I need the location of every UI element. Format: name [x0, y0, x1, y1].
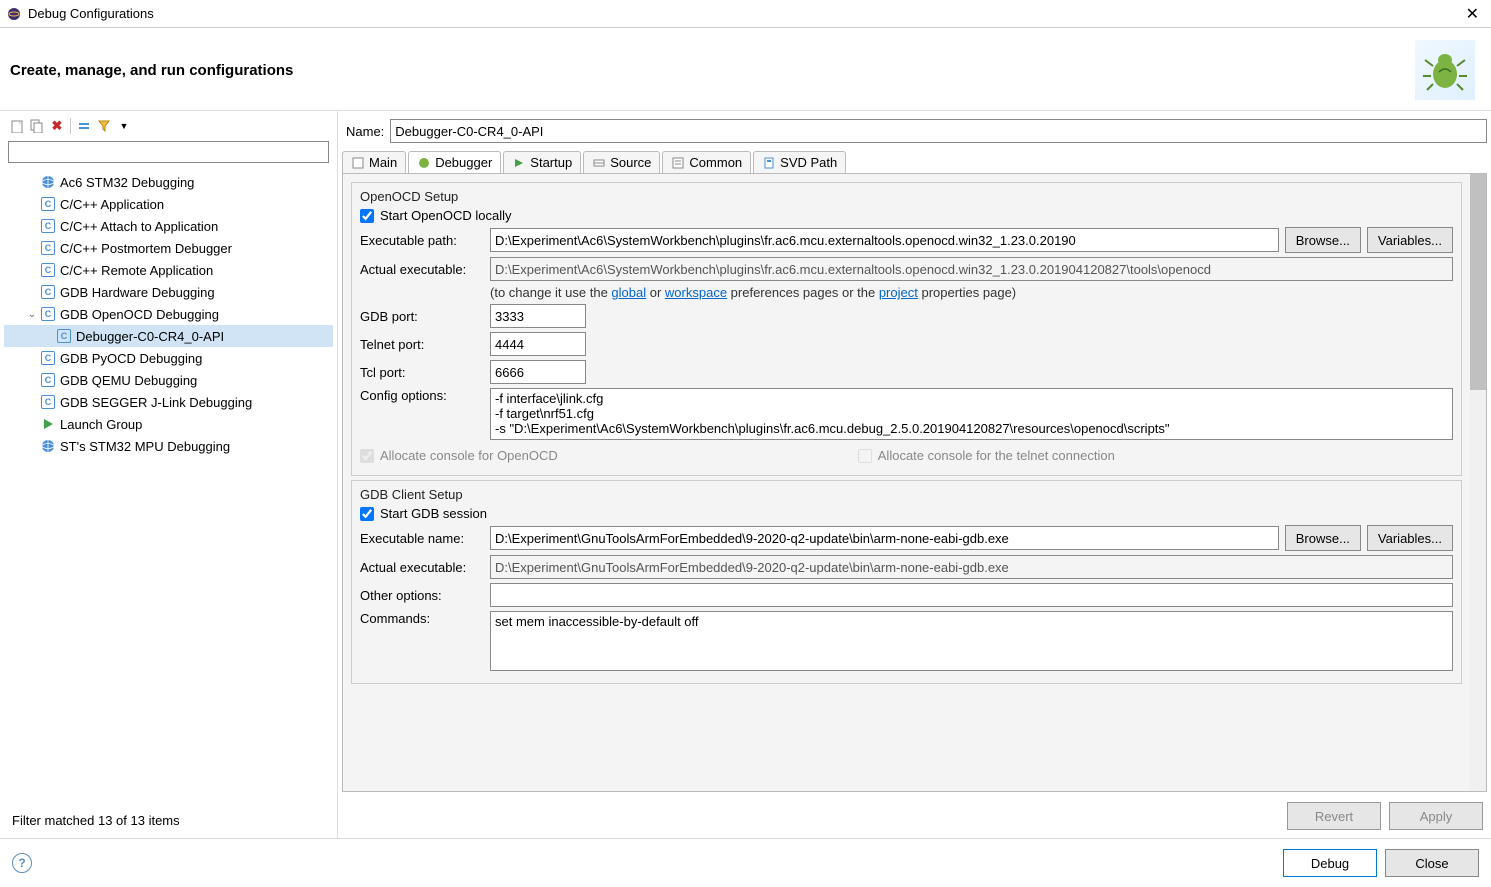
duplicate-icon[interactable] — [28, 117, 46, 135]
filter-icon[interactable] — [95, 117, 113, 135]
browse-button[interactable]: Browse... — [1285, 227, 1361, 253]
tree-item[interactable]: CGDB Hardware Debugging — [4, 281, 333, 303]
tree-item[interactable]: Launch Group — [4, 413, 333, 435]
actual-exec-label: Actual executable: — [360, 262, 484, 277]
config-tree: Ac6 STM32 DebuggingCC/C++ ApplicationCC/… — [4, 167, 333, 807]
gdb-client-setup-group: GDB Client Setup Start GDB session Execu… — [351, 480, 1462, 684]
alloc-telnet-label: Allocate console for the telnet connecti… — [878, 448, 1115, 463]
start-openocd-label: Start OpenOCD locally — [380, 208, 512, 223]
tree-item[interactable]: CGDB QEMU Debugging — [4, 369, 333, 391]
openocd-actual-exec — [490, 257, 1453, 281]
start-gdb-label: Start GDB session — [380, 506, 487, 521]
gdb-actual-exec — [490, 555, 1453, 579]
titlebar: Debug Configurations ✕ — [0, 0, 1491, 28]
openocd-group-title: OpenOCD Setup — [360, 189, 1453, 204]
apply-button[interactable]: Apply — [1389, 802, 1483, 830]
other-options-input[interactable] — [490, 583, 1453, 607]
commands-textarea[interactable] — [490, 611, 1453, 671]
help-icon[interactable]: ? — [12, 853, 32, 873]
alloc-openocd-label: Allocate console for OpenOCD — [380, 448, 558, 463]
config-options-label: Config options: — [360, 388, 484, 403]
tree-item[interactable]: CC/C++ Application — [4, 193, 333, 215]
other-options-label: Other options: — [360, 588, 484, 603]
revert-button[interactable]: Revert — [1287, 802, 1381, 830]
telnet-port-input[interactable] — [490, 332, 586, 356]
tree-item[interactable]: CGDB SEGGER J-Link Debugging — [4, 391, 333, 413]
tab-common[interactable]: Common — [662, 151, 751, 173]
global-link[interactable]: global — [611, 285, 646, 300]
variables-button[interactable]: Variables... — [1367, 525, 1453, 551]
telnet-port-label: Telnet port: — [360, 337, 484, 352]
tab-svd-path[interactable]: SVD Path — [753, 151, 846, 173]
tree-item[interactable]: CGDB PyOCD Debugging — [4, 347, 333, 369]
eclipse-icon — [6, 6, 22, 22]
editor-tabs: MainDebuggerStartupSourceCommonSVD Path — [342, 151, 1487, 174]
new-config-icon[interactable] — [8, 117, 26, 135]
dialog-header: Create, manage, and run configurations — [0, 28, 1491, 111]
tree-item[interactable]: CC/C++ Attach to Application — [4, 215, 333, 237]
workspace-link[interactable]: workspace — [665, 285, 727, 300]
filter-input[interactable] — [8, 141, 329, 163]
openocd-hint: (to change it use the global or workspac… — [490, 285, 1453, 300]
exec-path-label: Executable path: — [360, 233, 484, 248]
gdb-port-label: GDB port: — [360, 309, 484, 324]
commands-label: Commands: — [360, 611, 484, 626]
gdb-port-input[interactable] — [490, 304, 586, 328]
gdb-group-title: GDB Client Setup — [360, 487, 1453, 502]
alloc-telnet-console-checkbox — [858, 449, 872, 463]
config-name-input[interactable] — [390, 119, 1487, 143]
delete-icon[interactable]: ✖ — [48, 117, 66, 135]
dropdown-arrow-icon[interactable]: ▼ — [115, 117, 133, 135]
window-title: Debug Configurations — [28, 6, 1460, 21]
tab-body: OpenOCD Setup Start OpenOCD locally Exec… — [342, 174, 1487, 792]
project-link[interactable]: project — [879, 285, 918, 300]
tree-item[interactable]: CDebugger-C0-CR4_0-API — [4, 325, 333, 347]
close-button[interactable]: Close — [1385, 849, 1479, 877]
tab-startup[interactable]: Startup — [503, 151, 581, 173]
name-label: Name: — [346, 124, 384, 139]
debug-button[interactable]: Debug — [1283, 849, 1377, 877]
tab-debugger[interactable]: Debugger — [408, 151, 501, 173]
filter-status: Filter matched 13 of 13 items — [4, 807, 333, 834]
openocd-exec-path-input[interactable] — [490, 228, 1279, 252]
gdb-exec-name-input[interactable] — [490, 526, 1279, 550]
config-editor: Name: MainDebuggerStartupSourceCommonSVD… — [338, 111, 1491, 838]
gdb-actual-exec-label: Actual executable: — [360, 560, 484, 575]
openocd-setup-group: OpenOCD Setup Start OpenOCD locally Exec… — [351, 182, 1462, 476]
tree-item[interactable]: CC/C++ Postmortem Debugger — [4, 237, 333, 259]
tree-item[interactable]: ⌄CGDB OpenOCD Debugging — [4, 303, 333, 325]
tcl-port-input[interactable] — [490, 360, 586, 384]
gdb-exec-name-label: Executable name: — [360, 531, 484, 546]
browse-button[interactable]: Browse... — [1285, 525, 1361, 551]
tree-item[interactable]: Ac6 STM32 Debugging — [4, 171, 333, 193]
tree-item[interactable]: CC/C++ Remote Application — [4, 259, 333, 281]
collapse-all-icon[interactable] — [75, 117, 93, 135]
config-options-textarea[interactable] — [490, 388, 1453, 440]
start-gdb-checkbox[interactable] — [360, 507, 374, 521]
close-icon[interactable]: ✕ — [1460, 4, 1485, 24]
tab-source[interactable]: Source — [583, 151, 660, 173]
start-openocd-checkbox[interactable] — [360, 209, 374, 223]
scrollbar[interactable] — [1470, 174, 1486, 791]
dialog-footer: ? Debug Close — [0, 838, 1491, 887]
variables-button[interactable]: Variables... — [1367, 227, 1453, 253]
left-toolbar: ✖ ▼ — [4, 115, 333, 137]
tree-item[interactable]: ST's STM32 MPU Debugging — [4, 435, 333, 457]
dialog-heading: Create, manage, and run configurations — [10, 62, 1415, 79]
bug-icon — [1415, 40, 1475, 100]
tcl-port-label: Tcl port: — [360, 365, 484, 380]
tab-main[interactable]: Main — [342, 151, 406, 173]
alloc-openocd-console-checkbox — [360, 449, 374, 463]
configurations-panel: ✖ ▼ Ac6 STM32 DebuggingCC/C++ Applicatio… — [0, 111, 338, 838]
